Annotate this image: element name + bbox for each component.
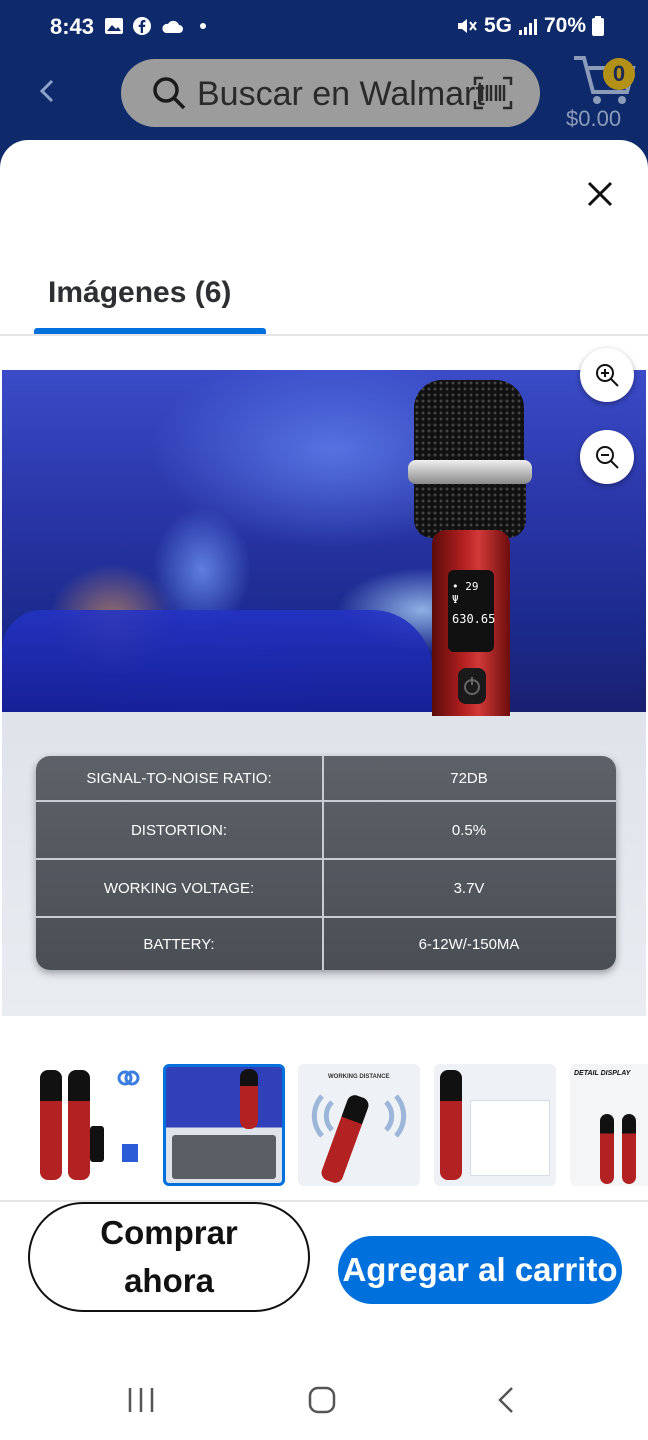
spec-table: SIGNAL-TO-NOISE RATIO: 72DB DISTORTION: …	[36, 756, 616, 970]
network-label: 5G	[483, 14, 512, 37]
status-notification-icons	[104, 16, 206, 36]
cart-total: $0.00	[566, 106, 622, 131]
main-product-image[interactable]: • 29 Ψ 630.65 SIGNAL-TO-NOISE RATIO: 72D…	[2, 370, 646, 1016]
back-icon[interactable]	[492, 1384, 520, 1416]
zoom-in-icon	[596, 364, 619, 387]
thumb-features-panel	[470, 1100, 550, 1176]
thumb-ring-icon	[117, 1070, 140, 1086]
spec-row: BATTERY: 6-12W/-150MA	[36, 916, 616, 970]
recent-apps-icon[interactable]	[126, 1384, 156, 1416]
thumb-battery-shape	[122, 1144, 138, 1162]
couch-shape	[2, 610, 432, 712]
gallery-icon	[105, 18, 123, 34]
mic-display-line2: 630.65	[452, 612, 496, 626]
thumb-mic-shape	[622, 1114, 636, 1184]
thumb-mic-shape	[240, 1069, 258, 1129]
thumbnail-1[interactable]	[26, 1064, 148, 1186]
back-arrow-icon[interactable]	[36, 76, 60, 106]
facebook-icon	[133, 17, 151, 35]
zoom-out-button[interactable]	[580, 430, 634, 484]
app-root: 8:43 5G 70% Buscar en Walmart 0 $0.00 Im…	[0, 0, 648, 1440]
buy-now-label-line1: Comprar	[100, 1214, 238, 1252]
home-icon[interactable]	[306, 1384, 338, 1416]
add-to-cart-button[interactable]: Agregar al carrito	[338, 1236, 622, 1304]
zoom-in-button[interactable]	[580, 348, 634, 402]
microphone-display: • 29 Ψ 630.65	[448, 570, 496, 652]
search-icon	[153, 77, 186, 110]
spec-column-separator	[322, 918, 324, 970]
signal-icon	[518, 19, 537, 35]
add-to-cart-label: Agregar al carrito	[342, 1251, 618, 1288]
search-bar[interactable]: Buscar en Walmart	[121, 59, 540, 127]
spec-label: WORKING VOLTAGE:	[103, 879, 255, 897]
tab-images[interactable]: Imágenes (6)	[48, 276, 231, 310]
thumb-caption: WORKING DISTANCE	[328, 1074, 390, 1080]
system-nav-bar	[0, 1360, 648, 1440]
spec-value: 6-12W/-150MA	[418, 935, 520, 953]
status-time: 8:43	[50, 14, 95, 39]
thumb-mic-shape	[68, 1070, 90, 1180]
spec-column-separator	[322, 860, 324, 916]
thumb-mic-shape	[40, 1070, 62, 1180]
mic-display-line1: • 29 Ψ	[452, 580, 479, 606]
cloud-icon	[162, 20, 183, 33]
cart-count-badge: 0	[603, 58, 635, 90]
spec-column-separator	[322, 802, 324, 858]
spec-row: DISTORTION: 0.5%	[36, 800, 616, 858]
thumb-table-shape	[172, 1135, 276, 1179]
tab-divider	[0, 334, 648, 336]
battery-icon	[592, 16, 604, 36]
spec-row: SIGNAL-TO-NOISE RATIO: 72DB	[36, 756, 616, 800]
notification-dot	[200, 23, 206, 29]
thumb-caption: DETAIL DISPLAY	[574, 1070, 631, 1077]
spec-value: 0.5%	[451, 821, 487, 839]
battery-percent: 70%	[543, 14, 586, 37]
thumbnail-3[interactable]: WORKING DISTANCE	[298, 1064, 420, 1186]
thumbnail-5[interactable]: DETAIL DISPLAY	[570, 1064, 648, 1186]
mute-icon	[457, 19, 477, 33]
buy-now-label-line2: ahora	[124, 1262, 214, 1299]
spec-value: 3.7V	[453, 879, 485, 897]
thumb-mic-shape	[440, 1070, 462, 1180]
microphone-power-button	[458, 668, 486, 704]
power-icon	[464, 677, 480, 695]
thumb-mic-shape	[600, 1114, 614, 1184]
spec-label: DISTORTION:	[130, 821, 228, 839]
status-right: 5G 70%	[456, 14, 604, 38]
thumbnail-strip: WORKING DISTANCE DETAIL DISPLAY	[26, 1064, 648, 1188]
zoom-out-icon	[596, 446, 619, 469]
spec-row: WORKING VOLTAGE: 3.7V	[36, 858, 616, 916]
thumbnail-4[interactable]	[434, 1064, 556, 1186]
thumb-accessory-shape	[90, 1126, 104, 1162]
spec-label: SIGNAL-TO-NOISE RATIO:	[86, 769, 272, 787]
thumbnail-2[interactable]	[163, 1064, 285, 1186]
barcode-scan-icon[interactable]	[473, 75, 513, 111]
buy-now-button[interactable]: Comprar ahora	[28, 1202, 310, 1312]
search-placeholder: Buscar en Walmart	[197, 75, 485, 113]
status-bar: 8:43 5G 70%	[0, 0, 648, 56]
spec-label: BATTERY:	[143, 935, 215, 953]
spec-value: 72DB	[450, 769, 488, 787]
microphone-ring	[408, 460, 532, 484]
close-icon[interactable]	[580, 174, 620, 214]
spec-column-separator	[322, 756, 324, 800]
